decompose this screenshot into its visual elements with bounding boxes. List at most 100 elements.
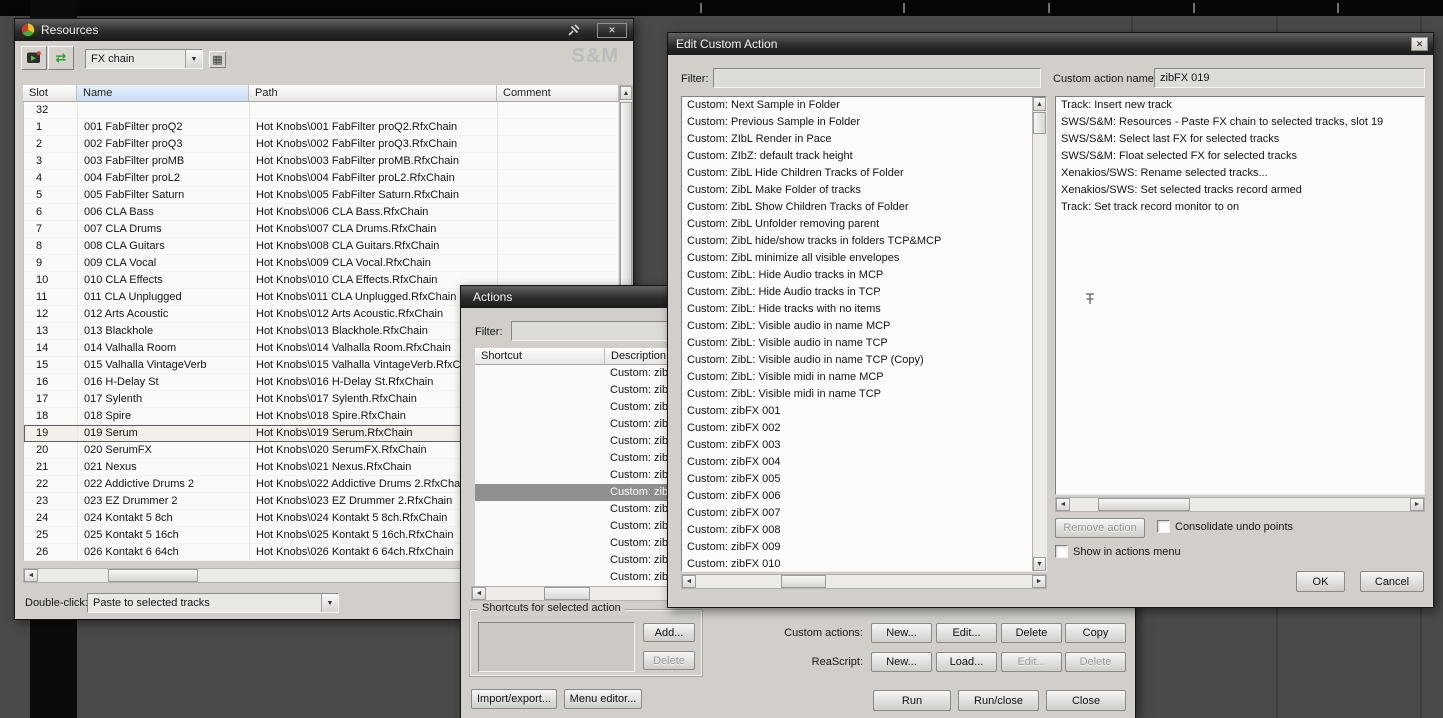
fx-chain-slot-row[interactable]: 4 004 FabFilter proL2 Hot Knobs\004 FabF… — [24, 170, 619, 187]
fx-chain-slot-row[interactable]: 32 — [24, 102, 619, 119]
list-item[interactable]: Custom: ZibL Show Children Tracks of Fol… — [682, 199, 1031, 216]
list-item[interactable]: Custom: ZibL: Hide tracks with no items — [682, 301, 1031, 318]
double-click-action-dropdown[interactable]: Paste to selected tracks ▼ — [87, 593, 339, 613]
shortcut-listbox[interactable] — [478, 622, 635, 672]
scrollbar-thumb[interactable] — [108, 569, 198, 582]
list-item[interactable]: Custom: ZibL Unfolder removing parent — [682, 216, 1031, 233]
scroll-up-icon[interactable]: ▲ — [620, 86, 632, 100]
custom-action-copy-button[interactable]: Copy — [1065, 623, 1126, 643]
list-item[interactable]: Custom: ZibL Make Folder of tracks — [682, 182, 1031, 199]
list-item[interactable]: Custom: zibFX 002 — [682, 420, 1031, 437]
horizontal-scrollbar[interactable]: ◄ ► — [681, 574, 1047, 589]
list-item[interactable]: Custom: zibFX 006 — [682, 488, 1031, 505]
list-item[interactable]: SWS/S&M: Select last FX for selected tra… — [1056, 131, 1424, 148]
close-icon[interactable]: ✕ — [597, 22, 627, 38]
scroll-left-icon[interactable]: ◄ — [472, 587, 486, 600]
scroll-up-icon[interactable]: ▲ — [1033, 97, 1046, 111]
fx-chain-slot-row[interactable]: 7 007 CLA Drums Hot Knobs\007 CLA Drums.… — [24, 221, 619, 238]
close-icon[interactable]: ✕ — [1411, 37, 1428, 51]
remove-action-button[interactable]: Remove action — [1055, 518, 1145, 538]
delete-shortcut-button[interactable]: Delete — [643, 651, 695, 670]
list-item[interactable]: Custom: ZibL: Visible audio in name TCP … — [682, 352, 1031, 369]
list-item[interactable]: Custom: zibFX 010 — [682, 556, 1031, 571]
list-item[interactable]: Custom: ZIbZ: default track height — [682, 148, 1031, 165]
run-close-button[interactable]: Run/close — [958, 690, 1039, 711]
column-header-name[interactable]: Name — [77, 85, 249, 102]
import-export-button[interactable]: Import/export... — [471, 689, 557, 709]
list-item[interactable]: Custom: ZibL: Hide Audio tracks in MCP — [682, 267, 1031, 284]
reascript-edit-button[interactable]: Edit... — [1001, 652, 1062, 672]
scrollbar-thumb[interactable] — [544, 587, 590, 600]
checkbox-icon[interactable] — [1157, 520, 1170, 533]
sync-button[interactable]: ⇄ — [48, 46, 74, 70]
scrollbar-thumb[interactable] — [1033, 112, 1046, 134]
list-item[interactable]: Custom: Previous Sample in Folder — [682, 114, 1031, 131]
cancel-button[interactable]: Cancel — [1360, 571, 1424, 592]
scroll-right-icon[interactable]: ► — [1410, 498, 1424, 511]
fx-chain-slot-row[interactable]: 1 001 FabFilter proQ2 Hot Knobs\001 FabF… — [24, 119, 619, 136]
list-item[interactable]: Custom: ZibL hide/show tracks in folders… — [682, 233, 1031, 250]
close-button[interactable]: Close — [1046, 690, 1126, 711]
custom-action-new-button[interactable]: New... — [871, 623, 932, 643]
resource-type-dropdown[interactable]: FX chain ▼ — [85, 49, 203, 69]
show-in-actions-menu-checkbox[interactable]: Show in actions menu — [1055, 545, 1181, 558]
list-item[interactable]: Track: Insert new track — [1056, 97, 1424, 114]
list-item[interactable]: Custom: zibFX 001 — [682, 403, 1031, 420]
fx-chain-slot-row[interactable]: 9 009 CLA Vocal Hot Knobs\009 CLA Vocal.… — [24, 255, 619, 272]
list-item[interactable]: Custom: ZibL: Visible audio in name MCP — [682, 318, 1031, 335]
scrollbar-thumb[interactable] — [1098, 498, 1190, 511]
horizontal-scrollbar[interactable]: ◄ ► — [1055, 497, 1425, 512]
list-item[interactable]: Custom: zibFX 007 — [682, 505, 1031, 522]
consolidate-undo-checkbox[interactable]: Consolidate undo points — [1157, 520, 1293, 533]
list-item[interactable]: Custom: ZibL: Hide Audio tracks in TCP — [682, 284, 1031, 301]
menu-editor-button[interactable]: Menu editor... — [564, 689, 642, 709]
reascript-delete-button[interactable]: Delete — [1065, 652, 1126, 672]
list-item[interactable]: SWS/S&M: Resources - Paste FX chain to s… — [1056, 114, 1424, 131]
scroll-left-icon[interactable]: ◄ — [24, 569, 38, 582]
list-item[interactable]: Custom: ZibL Hide Children Tracks of Fol… — [682, 165, 1031, 182]
list-item[interactable]: Track: Set track record monitor to on — [1056, 199, 1424, 216]
ok-button[interactable]: OK — [1296, 571, 1345, 592]
scroll-right-icon[interactable]: ► — [1032, 575, 1046, 588]
list-item[interactable]: Custom: zibFX 005 — [682, 471, 1031, 488]
checkbox-icon[interactable] — [1055, 545, 1068, 558]
auto-fill-button[interactable] — [21, 46, 47, 70]
list-item[interactable]: SWS/S&M: Float selected FX for selected … — [1056, 148, 1424, 165]
list-item[interactable]: Custom: ZibL: Visible midi in name TCP — [682, 386, 1031, 403]
column-header-comment[interactable]: Comment — [497, 85, 619, 102]
scroll-left-icon[interactable]: ◄ — [1056, 498, 1070, 511]
custom-action-name-input[interactable]: zibFX 019 — [1154, 68, 1425, 88]
add-shortcut-button[interactable]: Add... — [643, 623, 695, 642]
run-button[interactable]: Run — [873, 690, 951, 711]
scroll-down-icon[interactable]: ▼ — [1033, 557, 1046, 571]
list-item[interactable]: Custom: Next Sample in Folder — [682, 97, 1031, 114]
filter-input[interactable] — [713, 68, 1041, 88]
list-item[interactable]: Custom: zibFX 008 — [682, 522, 1031, 539]
list-item[interactable]: Xenakios/SWS: Set selected tracks record… — [1056, 182, 1424, 199]
list-item[interactable]: Custom: ZIbL Render in Pace — [682, 131, 1031, 148]
fx-chain-slot-row[interactable]: 2 002 FabFilter proQ3 Hot Knobs\002 FabF… — [24, 136, 619, 153]
list-item[interactable]: Custom: ZibL: Visible audio in name TCP — [682, 335, 1031, 352]
fx-chain-slot-row[interactable]: 5 005 FabFilter Saturn Hot Knobs\005 Fab… — [24, 187, 619, 204]
fx-chain-slot-row[interactable]: 6 006 CLA Bass Hot Knobs\006 CLA Bass.Rf… — [24, 204, 619, 221]
reascript-new-button[interactable]: New... — [871, 652, 932, 672]
list-item[interactable]: Custom: zibFX 004 — [682, 454, 1031, 471]
reascript-load-button[interactable]: Load... — [936, 652, 997, 672]
tie-slots-button[interactable]: ▦ — [209, 51, 226, 68]
column-header-shortcut[interactable]: Shortcut — [475, 348, 605, 365]
list-item[interactable]: Custom: zibFX 009 — [682, 539, 1031, 556]
column-header-path[interactable]: Path — [249, 85, 497, 102]
fx-chain-slot-row[interactable]: 3 003 FabFilter proMB Hot Knobs\003 FabF… — [24, 153, 619, 170]
scroll-left-icon[interactable]: ◄ — [682, 575, 696, 588]
custom-action-delete-button[interactable]: Delete — [1001, 623, 1062, 643]
dock-pin-icon[interactable] — [566, 23, 581, 38]
custom-action-edit-button[interactable]: Edit... — [936, 623, 997, 643]
column-header-slot[interactable]: Slot — [23, 85, 77, 102]
scrollbar-thumb[interactable] — [620, 102, 632, 290]
list-item[interactable]: Custom: ZibL minimize all visible envelo… — [682, 250, 1031, 267]
edit-custom-action-titlebar[interactable]: Edit Custom Action — [668, 33, 1433, 55]
list-item[interactable]: Xenakios/SWS: Rename selected tracks... — [1056, 165, 1424, 182]
list-item[interactable]: Custom: zibFX 003 — [682, 437, 1031, 454]
list-item[interactable]: Custom: ZibL: Visible midi in name MCP — [682, 369, 1031, 386]
fx-chain-slot-row[interactable]: 8 008 CLA Guitars Hot Knobs\008 CLA Guit… — [24, 238, 619, 255]
